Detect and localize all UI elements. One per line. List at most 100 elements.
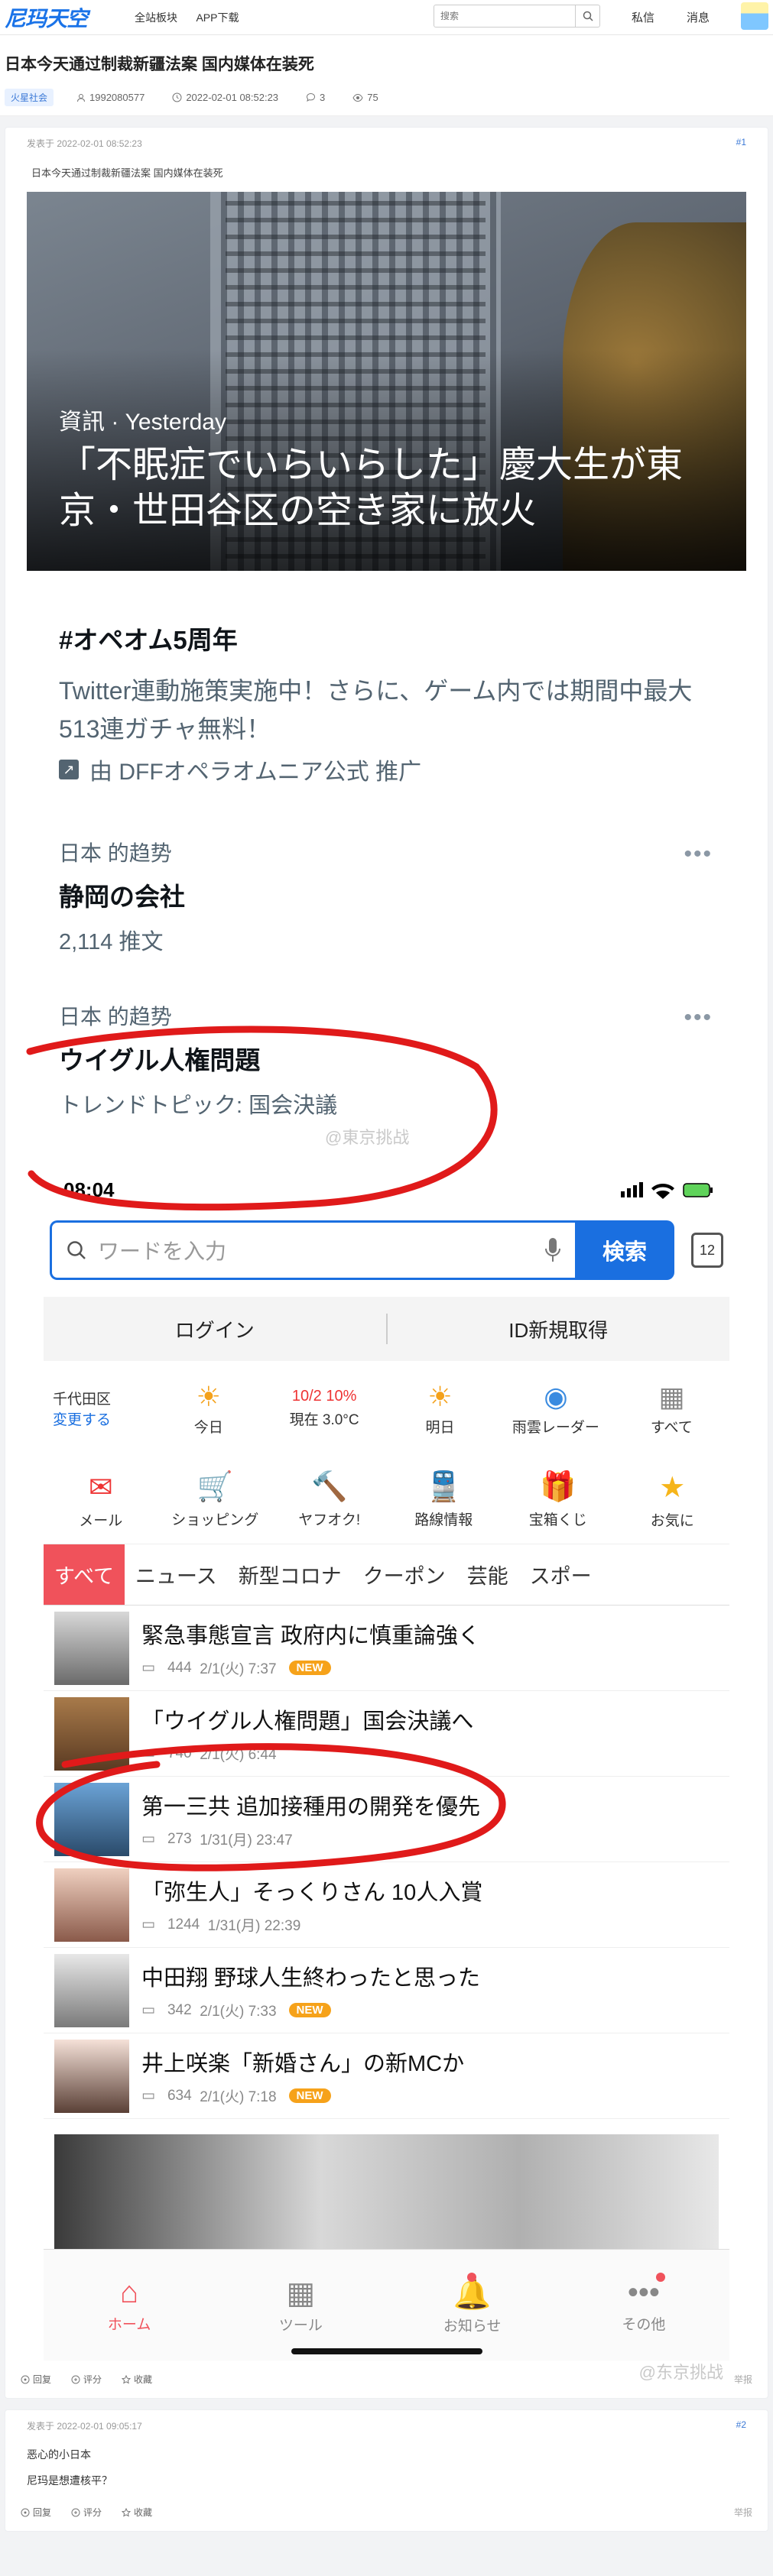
news-item[interactable]: 中田翔 野球人生終わったと思った ▭ 342 2/1(火) 7:33 NEW [44, 1948, 729, 2033]
favorite-button[interactable]: 收藏 [122, 2373, 152, 2386]
news-item[interactable]: 「ウイグル人権問題」国会決議へ ▭ 740 2/1(火) 6:44 [44, 1691, 729, 1777]
notices-link[interactable]: 消息 [687, 9, 710, 25]
promoted-arrow-icon: ↗ [59, 760, 79, 779]
star-icon [122, 2507, 132, 2516]
notification-dot [466, 2273, 476, 2282]
post-time-text: 2022-02-01 08:52:23 [186, 92, 279, 103]
news-item[interactable]: 「弥生人」そっくりさん 10人入賞 ▭ 1244 1/31(月) 22:39 [44, 1862, 729, 1948]
radar-icon: ◉ [544, 1380, 568, 1412]
search-icon [583, 11, 593, 21]
star-icon [122, 2374, 132, 2383]
site-logo[interactable]: 尼玛天空 [5, 2, 119, 33]
embedded-screenshot: 資訊 · Yesterday 「不眠症でいらいらした」慶大生が東京・世田谷区の空… [26, 192, 746, 2382]
favorite-button[interactable]: 收藏 [122, 2506, 152, 2519]
tab-coupon[interactable]: クーポン [352, 1544, 456, 1605]
category-tabs: すべて ニュース 新型コロナ クーポン 芸能 スポー [44, 1544, 729, 1606]
trend-item-1: 日本 的趋势 静岡の会社 2,114 推文 ••• [27, 837, 746, 956]
yahoo-search-placeholder: ワードを入力 [98, 1239, 227, 1263]
service-favorites[interactable]: ★ お気に [615, 1470, 730, 1530]
main-nav: 全站板块 APP下载 [119, 10, 239, 25]
user-avatar[interactable] [741, 2, 768, 30]
service-lottery[interactable]: 🎁 宝箱くじ [501, 1470, 615, 1529]
action-label: 评分 [83, 2374, 102, 2385]
yahoo-search-bar: ワードを入力 検索 12 [50, 1220, 723, 1280]
register-link[interactable]: ID新規取得 [388, 1315, 730, 1343]
yahoo-search-input[interactable]: ワードを入力 [50, 1220, 575, 1280]
service-label: ヤフオク! [298, 1512, 361, 1528]
action-label: 回复 [33, 2374, 52, 2385]
tab-all[interactable]: すべて [44, 1544, 125, 1605]
thread-meta: 火星社会 1992080577 2022-02-01 08:52:23 3 75 [5, 89, 768, 106]
more-icon: ••• [684, 1005, 713, 1030]
tab-sports[interactable]: スポー [519, 1544, 602, 1605]
news-date: 1/31(月) 22:39 [207, 1918, 301, 1934]
weather-now[interactable]: 10/2 10% 現在 3.0°C [266, 1388, 382, 1429]
reply-icon [21, 2508, 30, 2516]
nav-label: ツール [278, 2318, 323, 2334]
comment-icon: ▭ [141, 2002, 155, 2018]
report-link[interactable]: 举报 [734, 2506, 752, 2519]
report-link[interactable]: 举报 [734, 2373, 752, 2386]
rate-button[interactable]: 评分 [71, 2373, 102, 2386]
post-2: 发表于 2022-02-01 09:05:17 #2 恶心的小日本 尼玛是想遭核… [5, 2409, 768, 2532]
service-transit[interactable]: 🚆 路線情報 [387, 1470, 502, 1529]
clock-icon [172, 92, 182, 102]
reply-body: 恶心的小日本 尼玛是想遭核平？ [5, 2442, 768, 2493]
news-item[interactable]: 緊急事態宣言 政府内に慎重論強く ▭ 444 2/1(火) 7:37 NEW [44, 1606, 729, 1691]
nav-home[interactable]: ⌂ ホーム [44, 2250, 215, 2361]
reply-button[interactable]: 回复 [21, 2373, 51, 2386]
service-mail[interactable]: ✉ メール [44, 1470, 158, 1530]
post-time: 2022-02-01 08:52:23 [172, 92, 278, 103]
tab-entertainment[interactable]: 芸能 [456, 1544, 519, 1605]
search-box [434, 5, 600, 28]
service-shopping[interactable]: 🛒 ショッピング [158, 1470, 273, 1529]
more-icon: ••• [684, 841, 713, 867]
grid-icon: ▦ [658, 1380, 685, 1412]
nav-more[interactable]: ••• その他 [558, 2250, 729, 2361]
nav-label: その他 [622, 2317, 666, 2333]
home-indicator [291, 2348, 482, 2354]
status-time: 08:04 [63, 1178, 115, 1201]
messages-link[interactable]: 私信 [632, 9, 654, 25]
microphone-icon[interactable] [544, 1237, 561, 1263]
news-thumbnail [54, 1696, 129, 1771]
weather-radar[interactable]: ◉ 雨雲レーダー [498, 1381, 613, 1437]
floor-number[interactable]: #2 [736, 2419, 746, 2432]
author[interactable]: 1992080577 [76, 92, 145, 103]
nav-notifications[interactable]: 🔔 お知らせ [387, 2250, 558, 2361]
rate-button[interactable]: 评分 [71, 2506, 102, 2519]
search-button[interactable] [575, 5, 599, 27]
weather-today[interactable]: ☀ 今日 [151, 1381, 266, 1437]
tab-covid[interactable]: 新型コロナ [228, 1544, 352, 1605]
news-item[interactable]: 井上咲楽「新婚さん」の新MCか ▭ 634 2/1(火) 7:18 NEW [44, 2033, 729, 2119]
news-banner-image [54, 2134, 719, 2249]
news-list: 緊急事態宣言 政府内に慎重論強く ▭ 444 2/1(火) 7:37 NEW 「ウイ… [44, 1606, 729, 2119]
nav-boards-link[interactable]: 全站板块 [135, 11, 177, 24]
services-row: ✉ メール 🛒 ショッピング 🔨 ヤフオク! 🚆 路線情報 🎁 宝箱くじ ★ お気に [44, 1456, 729, 1544]
area-change-link[interactable]: 変更する [53, 1408, 151, 1429]
weather-all[interactable]: ▦ すべて [614, 1381, 729, 1437]
reply-button[interactable]: 回复 [21, 2506, 51, 2519]
weather-tomorrow[interactable]: ☀ 明日 [382, 1381, 498, 1437]
nav-app-download-link[interactable]: APP下载 [196, 11, 239, 24]
home-icon: ⌂ [120, 2276, 139, 2309]
tabs-count-icon[interactable]: 12 [691, 1233, 723, 1268]
phone-screenshot: 08:04 ワードを入力 検索 12 ログイン ID新規取得 千代田区 変更する… [27, 1159, 746, 2382]
nav-tools[interactable]: ▦ ツール [215, 2250, 386, 2361]
hero-headline: 「不眠症でいらいらした」慶大生が東京・世田谷区の空き家に放火 [59, 445, 684, 531]
service-auction[interactable]: 🔨 ヤフオク! [272, 1470, 387, 1529]
news-item[interactable]: 第一三共 追加接種用の開発を優先 ▭ 273 1/31(月) 23:47 [44, 1777, 729, 1862]
author-name: 1992080577 [89, 92, 145, 103]
sun-icon: ☀ [427, 1380, 453, 1412]
floor-number[interactable]: #1 [736, 137, 746, 150]
news-title: 井上咲楽「新婚さん」の新MCか [141, 2052, 465, 2076]
login-row: ログイン ID新規取得 [44, 1297, 729, 1361]
tab-news[interactable]: ニュース [125, 1544, 228, 1605]
category-tag[interactable]: 火星社会 [5, 89, 54, 106]
weather-area[interactable]: 千代田区 変更する [44, 1388, 151, 1429]
search-input[interactable] [434, 5, 575, 27]
news-count: 444 [167, 1659, 192, 1676]
login-link[interactable]: ログイン [44, 1315, 386, 1343]
service-label: 宝箱くじ [528, 1512, 587, 1528]
yahoo-search-button[interactable]: 検索 [575, 1220, 674, 1280]
